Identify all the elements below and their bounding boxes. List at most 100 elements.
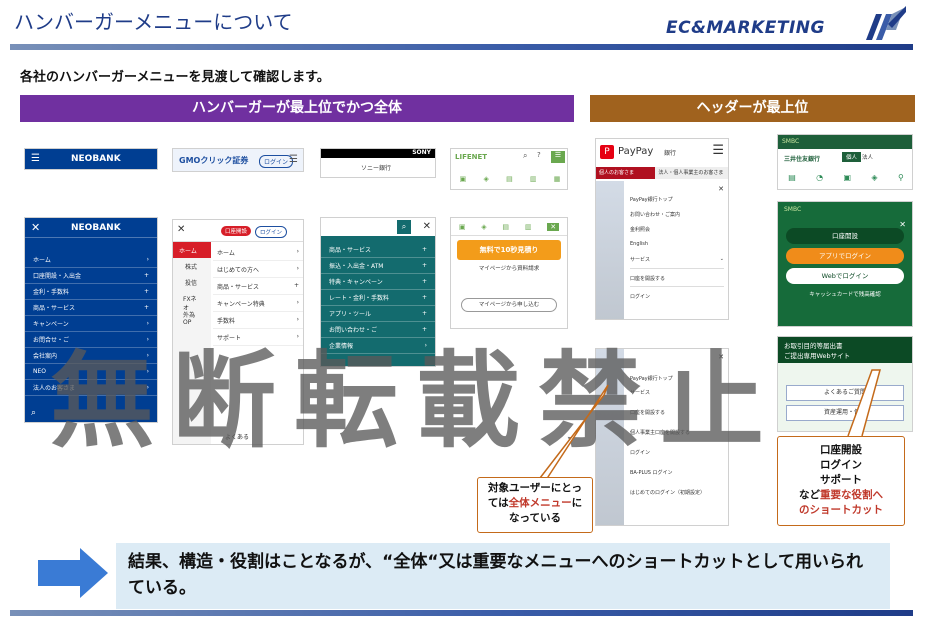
page-title: ハンバーガーメニューについて [14, 10, 293, 34]
paypay-menu-item[interactable]: はじめてのログイン（初期設定） [630, 481, 724, 501]
subtitle: 各社のハンバーガーメニューを見渡して確認します。 [20, 70, 330, 85]
hamburger-icon[interactable]: ☰ [551, 151, 565, 163]
close-icon[interactable]: ✕ [630, 185, 724, 193]
section-label-right: ヘッダーが最上位 [590, 95, 915, 122]
sony-menu-item[interactable]: 商品・サービス + [321, 242, 435, 258]
gmo-faq[interactable]: よくある [225, 432, 249, 441]
sony-menu-item[interactable]: レート・金利・手数料 + [321, 290, 435, 306]
close-icon: ✕ [31, 221, 41, 234]
nav-icon[interactable]: ◈ [871, 173, 877, 182]
paypay-menu-item[interactable]: ログイン [630, 441, 724, 461]
paypay-tab-personal[interactable]: 個人のお客さま [596, 167, 656, 179]
arrow-right-icon [38, 548, 108, 598]
sony-menu-item[interactable]: 企業情報 › [321, 338, 435, 354]
nav-icon[interactable]: ▦ [554, 175, 561, 183]
neobank-item[interactable]: 商品・サービス + [25, 300, 157, 316]
sony-menu-item[interactable]: お問い合わせ・ご + [321, 322, 435, 338]
paypay-submenu-shot: ✕ PayPay銀行トップ サービス 口座を開設する 個人事業主口座を開設する … [595, 348, 729, 526]
smbc-tab-personal[interactable]: 個人 [842, 152, 862, 162]
smbc-balance-link[interactable]: キャッシュカードで残高確認 [786, 290, 904, 298]
smbc-banner-sub[interactable]: ご提出専用Webサイト [784, 350, 906, 360]
paypay-tab-business[interactable]: 法人・個人事業主のお客さま [655, 167, 728, 179]
nav-icon[interactable]: ⚲ [898, 173, 904, 182]
gmo-login-button[interactable]: ログイン [255, 226, 288, 238]
hamburger-icon[interactable]: ☰ [712, 143, 724, 158]
close-icon[interactable]: ✕ [177, 224, 185, 235]
smbc-brand: SMBC [778, 135, 912, 149]
paypay-menu-item[interactable]: 口座を開設する [630, 268, 724, 286]
close-icon[interactable]: ✕ [630, 353, 724, 361]
nav-icon[interactable]: ▣ [459, 223, 466, 231]
search-icon[interactable]: ⌕ [397, 220, 411, 234]
close-icon[interactable]: ✕ [423, 221, 431, 232]
neobank-item[interactable]: 法人のお客さま › [25, 380, 157, 396]
lifenet-quote-button[interactable]: 無料で10秒見積り [457, 240, 561, 260]
paypay-menu-item[interactable]: English [630, 238, 724, 253]
paypay-menu-item[interactable]: 個人事業主口座を開設する [630, 421, 724, 441]
paypay-menu-item[interactable]: お問い合わせ・ご案内 [630, 208, 724, 223]
neobank-item[interactable]: 金利・手数料 + [25, 284, 157, 300]
smbc-app-login-button[interactable]: アプリでログイン [786, 248, 904, 264]
lifenet-mypage-button[interactable]: マイページから申し込む [461, 298, 557, 312]
hamburger-icon[interactable]: ☰ [289, 154, 298, 165]
nav-icon[interactable]: ◔ [816, 173, 823, 182]
paypay-menu-shot: P PayPay 銀行 ☰ 個人のお客さま 法人・個人事業主のお客さま ✕ Pa… [595, 138, 729, 320]
gmo-tab[interactable]: FXネオ [173, 290, 211, 312]
gmo-menu-item[interactable]: 手数料 › [213, 312, 303, 329]
nav-icon[interactable]: ▤ [788, 173, 796, 182]
nav-icon[interactable]: ▥ [530, 175, 537, 183]
neobank-item[interactable]: NEO › [25, 364, 157, 380]
gmo-menu-shot: ✕ 口座開設 ログイン ホーム 株式 投信 FXネオ 外為OP ホーム › はじめ… [172, 219, 304, 445]
sony-menu-item[interactable]: アプリ・ツール + [321, 306, 435, 322]
nav-icon[interactable]: ◈ [483, 175, 488, 183]
paypay-menu-item[interactable]: ログイン [630, 286, 724, 304]
smbc-web-login-button[interactable]: Webでログイン [786, 268, 904, 284]
gmo-tab-active[interactable]: ホーム [173, 242, 211, 258]
gmo-menu-item[interactable]: はじめての方へ › [213, 261, 303, 278]
smbc-lower-shot: お取引目的等届出書 ご提出専用Webサイト よくあるご質問 資産運用・保険 [777, 336, 913, 432]
neobank-item[interactable]: お問合せ・ご › [25, 332, 157, 348]
gmo-tab[interactable]: 株式 [173, 258, 211, 274]
nav-icon[interactable]: ◈ [481, 223, 486, 231]
gmo-open-account-button[interactable]: 口座開設 [221, 226, 252, 236]
gmo-menu-item[interactable]: ホーム › [213, 244, 303, 261]
neobank-item[interactable]: 会社案内 › [25, 348, 157, 364]
sony-menu-item[interactable]: 特典・キャンペーン + [321, 274, 435, 290]
gmo-menu-item[interactable]: 商品・サービス + [213, 278, 303, 295]
neobank-menu-shot: ✕ NEOBANK ホーム › 口座開設・入出金 + 金利・手数料 + 商品・サービス… [24, 217, 158, 423]
paypay-menu-item[interactable]: PayPay銀行トップ [630, 193, 724, 208]
section-label-left: ハンバーガーが最上位でかつ全体 [20, 95, 574, 122]
footer-rule [10, 610, 913, 616]
search-icon[interactable]: ⌕ [523, 151, 527, 161]
paypay-menu-item[interactable]: サービス ⌄ [630, 253, 724, 268]
close-icon[interactable]: ✕ [547, 222, 560, 231]
sony-menu-item[interactable]: 振込・入出金・ATM + [321, 258, 435, 274]
paypay-menu-item[interactable]: サービス [630, 381, 724, 401]
nav-icon[interactable]: ▣ [460, 175, 467, 183]
help-icon[interactable]: ? [537, 151, 541, 159]
smbc-faq-button[interactable]: よくあるご質問 [786, 385, 904, 401]
gmo-menu-item[interactable]: サポート › [213, 329, 303, 346]
nav-icon[interactable]: ▤ [506, 175, 513, 183]
neobank-item[interactable]: 口座開設・入出金 + [25, 268, 157, 284]
smbc-asset-button[interactable]: 資産運用・保険 [786, 405, 904, 421]
paypay-menu-item[interactable]: 口座を開設する [630, 401, 724, 421]
neobank-item[interactable]: ホーム › [25, 252, 157, 268]
nav-icon[interactable]: ▥ [525, 223, 532, 231]
neobank-item[interactable]: キャンペーン › [25, 316, 157, 332]
nav-icon[interactable]: ▣ [843, 173, 851, 182]
close-icon[interactable]: ✕ [899, 220, 906, 229]
paypay-menu-item[interactable]: 金利照会 [630, 223, 724, 238]
gmo-login-button[interactable]: ログイン [259, 155, 294, 168]
smbc-open-account-button[interactable]: 口座開設 [786, 228, 904, 244]
gmo-menu-item[interactable]: キャンペーン特典 › [213, 295, 303, 312]
search-icon[interactable]: ⌕ [31, 408, 36, 418]
paypay-menu-item[interactable]: BA-PLUS ログイン [630, 461, 724, 481]
smbc-tab-corporate[interactable]: 法人 [862, 153, 873, 161]
nav-icon[interactable]: ▤ [502, 223, 509, 231]
paypay-menu-item[interactable]: PayPay銀行トップ [630, 361, 724, 382]
paypay-sub: 銀行 [664, 150, 677, 157]
sony-header-shot: SONY ソニー銀行 [320, 148, 436, 178]
gmo-tab[interactable]: 投信 [173, 274, 211, 290]
gmo-tab[interactable]: 外為OP [173, 306, 211, 326]
